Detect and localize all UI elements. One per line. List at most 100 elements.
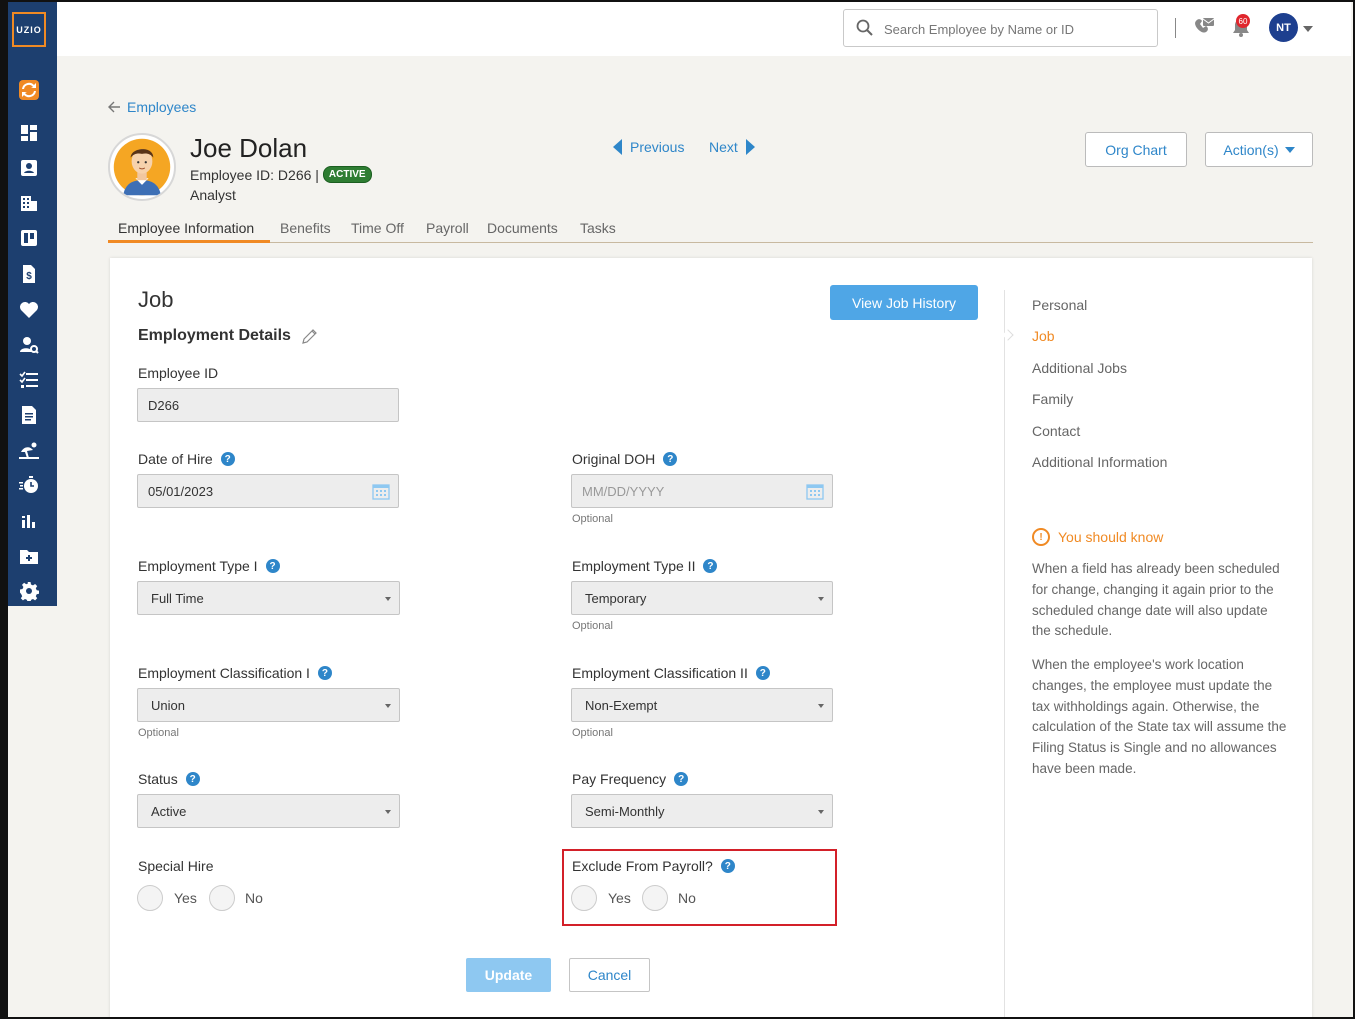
nav-family[interactable]: Family (1032, 391, 1073, 407)
nav-job[interactable]: Job (1032, 328, 1055, 344)
contact-card-icon[interactable] (18, 157, 40, 179)
nav-personal[interactable]: Personal (1032, 297, 1087, 313)
employment-class-2-select[interactable]: Non-Exempt (571, 688, 833, 722)
help-icon[interactable]: ? (755, 666, 770, 680)
heart-icon[interactable] (18, 299, 40, 321)
special-hire-no-label[interactable]: No (245, 890, 263, 906)
gear-icon[interactable] (18, 580, 40, 602)
help-icon[interactable]: ? (185, 772, 200, 786)
employee-id-field[interactable]: D266 (137, 388, 399, 422)
exclude-payroll-label: Exclude From Payroll?? (572, 858, 735, 874)
employment-class-1-select[interactable]: Union (137, 688, 400, 722)
employment-class-1-label: Employment Classification I? (138, 665, 332, 681)
employment-type-1-select[interactable]: Full Time (137, 581, 400, 615)
help-icon[interactable]: ? (317, 666, 332, 680)
chevron-down-icon (385, 704, 391, 708)
tab-time-off[interactable]: Time Off (351, 220, 404, 236)
help-icon[interactable]: ? (265, 559, 280, 573)
special-hire-label: Special Hire (138, 858, 213, 874)
exclude-payroll-no-radio[interactable] (642, 885, 668, 911)
folder-add-icon[interactable] (18, 545, 40, 567)
timer-icon[interactable] (18, 474, 40, 496)
original-doh-field[interactable]: MM/DD/YYYY (571, 474, 833, 508)
sync-icon[interactable] (18, 79, 40, 101)
previous-label: Previous (630, 139, 685, 155)
bar-chart-icon[interactable] (18, 509, 40, 531)
special-hire-no-radio[interactable] (209, 885, 235, 911)
status-select[interactable]: Active (137, 794, 400, 828)
employment-class-1-label-text: Employment Classification I (138, 665, 310, 681)
actions-button[interactable]: Action(s) (1205, 132, 1313, 167)
active-tab-indicator (108, 240, 270, 243)
tab-documents[interactable]: Documents (487, 220, 558, 236)
tab-payroll[interactable]: Payroll (426, 220, 469, 236)
view-job-history-button[interactable]: View Job History (830, 285, 978, 320)
dollar-doc-icon[interactable]: $ (18, 263, 40, 285)
vacation-icon[interactable] (18, 439, 40, 461)
special-hire-yes-radio[interactable] (137, 885, 163, 911)
date-of-hire-field[interactable]: 05/01/2023 (137, 474, 399, 508)
help-icon[interactable]: ? (220, 452, 235, 466)
employment-class-1-hint: Optional (138, 727, 179, 739)
pay-frequency-label: Pay Frequency? (572, 771, 689, 787)
employee-id-text: Employee ID: D266 | (190, 166, 319, 183)
org-chart-button[interactable]: Org Chart (1085, 132, 1187, 167)
calendar-icon[interactable] (372, 482, 390, 500)
help-icon[interactable]: ? (703, 559, 718, 573)
breadcrumb[interactable]: Employees (108, 99, 196, 115)
employment-details-label: Employment Details (138, 327, 291, 344)
dashboard-icon[interactable] (18, 122, 40, 144)
status-badge: ACTIVE (322, 166, 372, 183)
employee-tabs: Employee Information Benefits Time Off P… (108, 218, 1313, 243)
employee-name: Joe Dolan (190, 133, 308, 163)
employee-search[interactable] (843, 9, 1158, 47)
document-icon[interactable] (18, 404, 40, 426)
exclude-payroll-yes-label[interactable]: Yes (608, 890, 631, 906)
info-bulb-icon: ! (1032, 528, 1050, 546)
next-button[interactable]: Next (709, 139, 755, 155)
special-hire-yes-label[interactable]: Yes (174, 890, 197, 906)
calendar-icon[interactable] (806, 482, 824, 500)
cancel-button[interactable]: Cancel (569, 958, 650, 992)
date-of-hire-value: 05/01/2023 (148, 484, 214, 499)
previous-arrow-icon (613, 139, 622, 155)
search-input[interactable] (884, 19, 1144, 39)
exclude-payroll-no-label[interactable]: No (678, 890, 696, 906)
tab-employee-information[interactable]: Employee Information (118, 220, 254, 236)
employment-type-2-value: Temporary (585, 591, 647, 606)
employment-type-2-select[interactable]: Temporary (571, 581, 833, 615)
building-icon[interactable] (18, 192, 40, 214)
board-icon[interactable] (18, 227, 40, 249)
help-icon[interactable]: ? (720, 859, 735, 873)
nav-contact[interactable]: Contact (1032, 423, 1080, 439)
sidebar: UZIO $ (8, 2, 57, 606)
employment-class-2-hint: Optional (572, 727, 613, 739)
original-doh-placeholder: MM/DD/YYYY (582, 484, 665, 499)
exclude-payroll-yes-radio[interactable] (571, 885, 597, 911)
tab-benefits[interactable]: Benefits (280, 220, 331, 236)
help-icon[interactable]: ? (674, 772, 689, 786)
org-chart-label: Org Chart (1105, 141, 1167, 158)
exclude-payroll-label-text: Exclude From Payroll? (572, 858, 713, 874)
checklist-icon[interactable] (18, 369, 40, 391)
uzio-logo[interactable]: UZIO (12, 12, 46, 47)
user-menu-chevron-icon[interactable] (1303, 26, 1313, 32)
user-avatar[interactable]: NT (1269, 13, 1298, 42)
special-hire-label-text: Special Hire (138, 858, 214, 874)
help-icon[interactable]: ? (663, 452, 678, 466)
update-button[interactable]: Update (466, 958, 551, 992)
nav-additional-jobs[interactable]: Additional Jobs (1032, 360, 1127, 376)
nav-additional-information[interactable]: Additional Information (1032, 454, 1167, 470)
previous-button[interactable]: Previous (613, 139, 684, 155)
status-label-text: Status (138, 771, 178, 787)
user-search-icon[interactable] (18, 334, 40, 356)
breadcrumb-employees-link[interactable]: Employees (127, 99, 196, 115)
chevron-down-icon (385, 597, 391, 601)
messages-icon[interactable] (1193, 16, 1215, 38)
tab-tasks[interactable]: Tasks (580, 220, 616, 236)
pay-frequency-select[interactable]: Semi-Monthly (571, 794, 833, 828)
edit-pencil-icon[interactable] (301, 328, 318, 345)
right-panel-divider (1004, 290, 1005, 1019)
employment-type-1-label: Employment Type I? (138, 558, 280, 574)
employment-class-2-value: Non-Exempt (585, 698, 658, 713)
